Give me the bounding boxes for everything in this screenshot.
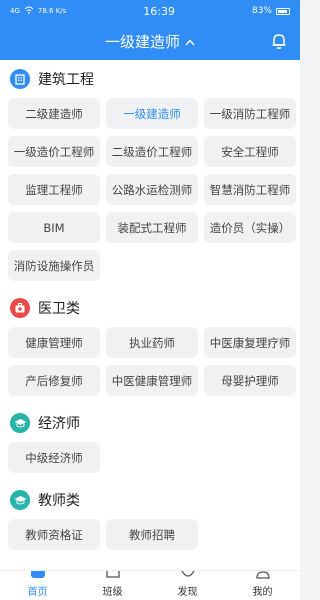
bell-icon[interactable] bbox=[270, 32, 288, 50]
exam-chip[interactable]: 装配式工程师 bbox=[106, 212, 198, 243]
exam-chip[interactable]: 一级造价工程师 bbox=[8, 136, 100, 167]
exam-chip[interactable]: 造价员（实操） bbox=[204, 212, 296, 243]
exam-chip[interactable]: 公路水运检测师 bbox=[106, 174, 198, 205]
home-icon bbox=[30, 571, 45, 578]
app-header: 4G 78.6 K/s 16:39 83% 一级建造师 bbox=[0, 0, 300, 60]
title-row: 一级建造师 bbox=[0, 22, 300, 60]
section-header: 教师类 bbox=[6, 487, 294, 513]
exam-grid: 中级经济师 bbox=[6, 436, 294, 477]
battery-icon bbox=[276, 7, 290, 15]
exam-chip[interactable]: 一级建造师 bbox=[106, 98, 198, 129]
section-title: 医卫类 bbox=[38, 301, 80, 317]
category-section: 建筑工程二级建造师 一级建造师 一级消防工程师一级造价工程师 二级造价工程师 安全工程师… bbox=[0, 60, 300, 289]
exam-chip[interactable]: 消防设施操作员 bbox=[8, 250, 100, 281]
exam-grid: 教师资格证 教师招聘 bbox=[6, 513, 294, 554]
status-bar: 4G 78.6 K/s 16:39 83% bbox=[0, 0, 300, 22]
exam-chip[interactable]: 二级造价工程师 bbox=[106, 136, 198, 167]
tab-home[interactable]: 首页 bbox=[0, 571, 75, 600]
building-icon bbox=[10, 69, 30, 89]
section-title: 教师类 bbox=[38, 493, 80, 509]
status-left: 4G 78.6 K/s bbox=[10, 6, 66, 16]
section-title: 经济师 bbox=[38, 416, 80, 432]
section-header: 医卫类 bbox=[6, 295, 294, 321]
discover-icon bbox=[179, 571, 197, 579]
exam-chip[interactable]: 教师招聘 bbox=[106, 519, 198, 550]
exam-chip[interactable]: 产后修复师 bbox=[8, 365, 100, 396]
exam-chip[interactable]: 中医康复理疗师 bbox=[204, 327, 296, 358]
graduation-cap-icon bbox=[10, 413, 30, 433]
exam-chip[interactable]: 智慧消防工程师 bbox=[204, 174, 296, 205]
chevron-up-icon bbox=[185, 32, 195, 50]
tab-label: 发现 bbox=[177, 587, 198, 598]
exam-chip[interactable]: 二级建造师 bbox=[8, 98, 100, 129]
exam-grid: 健康管理师 执业药师 中医康复理疗师产后修复师 中医健康管理师 母婴护理师 bbox=[6, 321, 296, 400]
class-icon bbox=[104, 571, 122, 579]
tab-class[interactable]: 班级 bbox=[75, 571, 150, 600]
category-list[interactable]: 建筑工程二级建造师 一级建造师 一级消防工程师一级造价工程师 二级造价工程师 安全工程师… bbox=[0, 60, 300, 570]
exam-chip[interactable]: 执业药师 bbox=[106, 327, 198, 358]
category-section: 经济师中级经济师 bbox=[0, 404, 300, 481]
medical-kit-icon bbox=[10, 298, 30, 318]
section-title: 建筑工程 bbox=[38, 72, 94, 88]
exam-chip[interactable]: 中医健康管理师 bbox=[106, 365, 198, 396]
exam-chip[interactable]: BIM bbox=[8, 212, 100, 243]
exam-chip[interactable]: 中级经济师 bbox=[8, 442, 100, 473]
page-title: 一级建造师 bbox=[104, 32, 180, 51]
graduation-cap-icon bbox=[10, 490, 30, 510]
exam-chip[interactable]: 健康管理师 bbox=[8, 327, 100, 358]
battery-percent: 83% bbox=[251, 6, 272, 16]
exam-grid: 二级建造师 一级建造师 一级消防工程师一级造价工程师 二级造价工程师 安全工程师监理工程… bbox=[6, 92, 296, 285]
section-header: 经济师 bbox=[6, 410, 294, 436]
exam-selector[interactable]: 一级建造师 bbox=[105, 31, 195, 52]
exam-chip[interactable]: 教师资格证 bbox=[8, 519, 100, 550]
category-section: 医卫类健康管理师 执业药师 中医康复理疗师产后修复师 中医健康管理师 母婴护理师 bbox=[0, 289, 300, 404]
bottom-tab-bar: 首页 班级 发现 我的 bbox=[0, 570, 300, 600]
tab-discover[interactable]: 发现 bbox=[150, 571, 225, 600]
wifi-icon bbox=[24, 6, 34, 16]
exam-chip[interactable]: 监理工程师 bbox=[8, 174, 100, 205]
profile-icon bbox=[254, 571, 272, 579]
status-time: 16:39 bbox=[143, 4, 175, 18]
exam-chip[interactable]: 母婴护理师 bbox=[204, 365, 296, 396]
tab-profile[interactable]: 我的 bbox=[225, 571, 300, 600]
tab-label: 首页 bbox=[27, 587, 48, 598]
exam-chip[interactable]: 安全工程师 bbox=[204, 136, 296, 167]
section-header: 建筑工程 bbox=[6, 66, 294, 92]
tab-label: 我的 bbox=[252, 587, 273, 598]
category-section: 教师类教师资格证 教师招聘 bbox=[0, 481, 300, 558]
exam-chip[interactable]: 一级消防工程师 bbox=[204, 98, 296, 129]
tab-label: 班级 bbox=[102, 587, 123, 598]
network-speed: 78.6 K/s bbox=[37, 7, 67, 15]
status-right: 83% bbox=[252, 6, 290, 16]
signal-indicator: 4G bbox=[10, 7, 20, 15]
